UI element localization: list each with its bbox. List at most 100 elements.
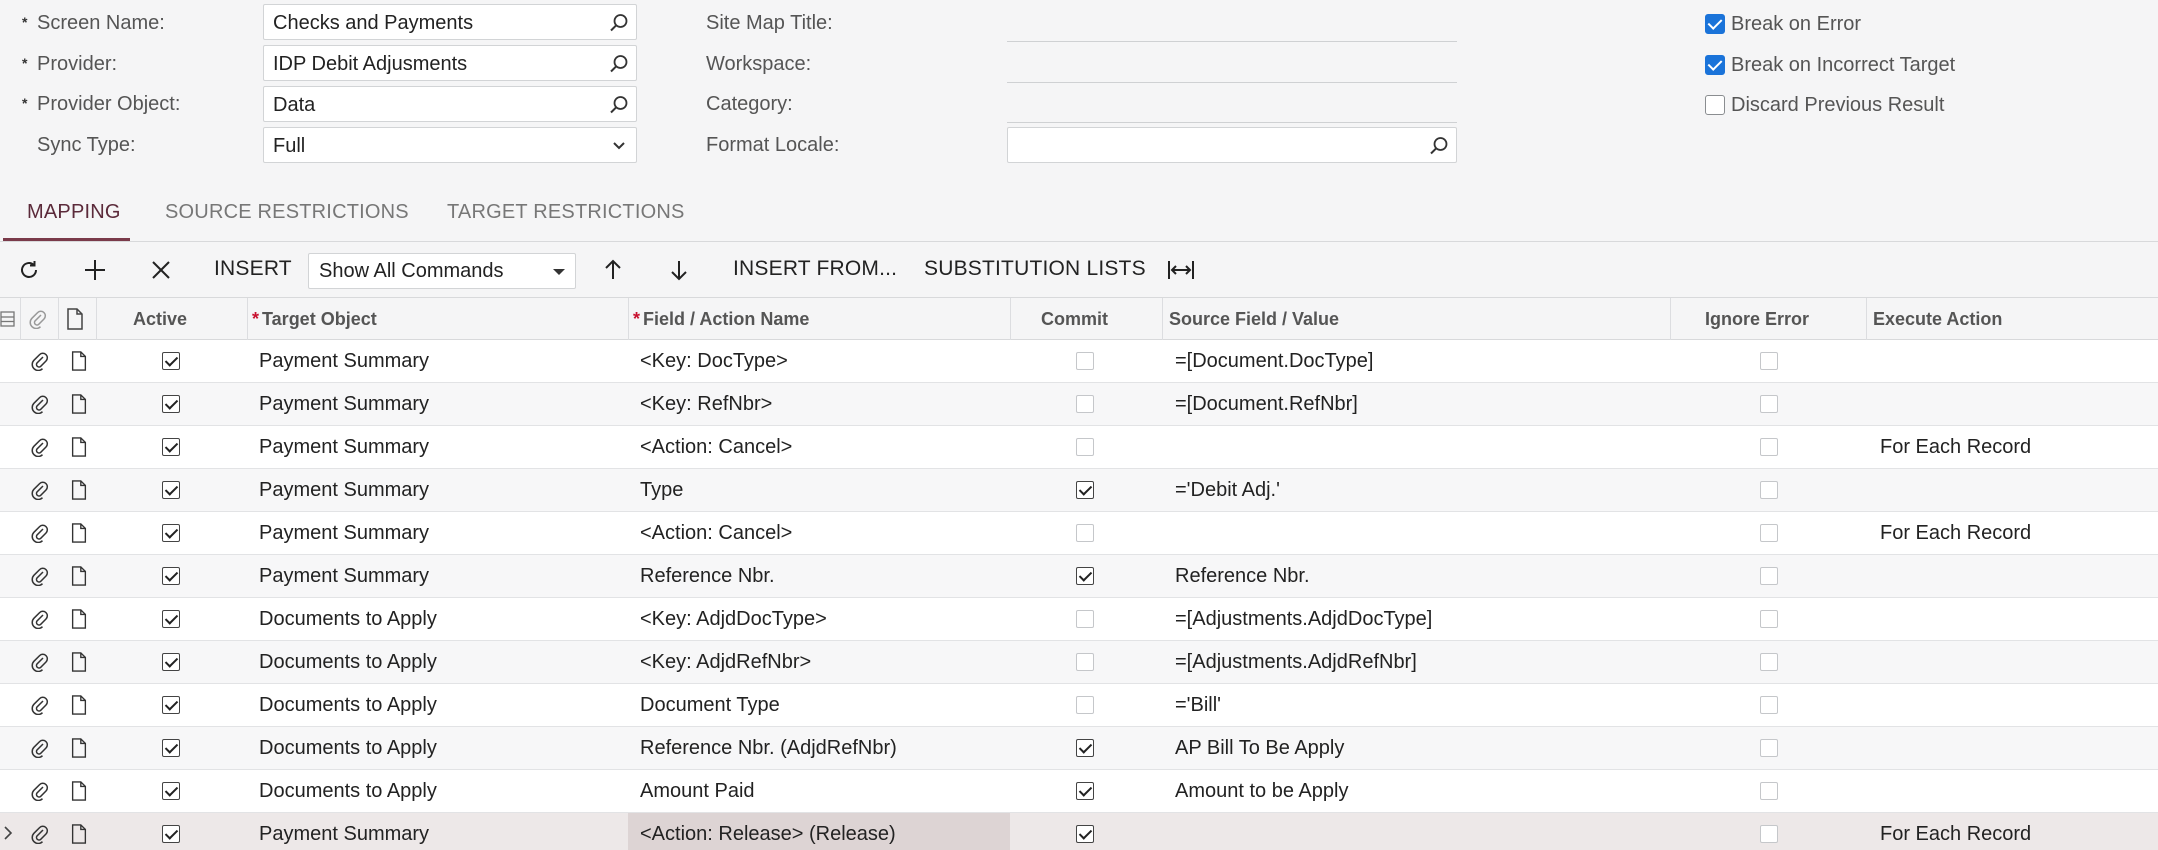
- ignore-error-checkbox[interactable]: [1760, 481, 1778, 499]
- break-on-incorrect-target-checkbox[interactable]: Break on Incorrect Target: [1705, 53, 1955, 77]
- column-header-execute-action[interactable]: Execute Action: [1873, 309, 2002, 330]
- tab-source-restrictions[interactable]: SOURCE RESTRICTIONS: [165, 201, 409, 224]
- substitution-lists-button[interactable]: SUBSTITUTION LISTS: [924, 257, 1146, 281]
- discard-previous-result-checkbox[interactable]: Discard Previous Result: [1705, 93, 1944, 117]
- note-icon[interactable]: [69, 652, 89, 672]
- source-field-cell[interactable]: Amount to be Apply: [1175, 770, 1655, 812]
- execute-action-cell[interactable]: [1880, 684, 2150, 726]
- commit-checkbox[interactable]: [1076, 782, 1094, 800]
- target-object-cell[interactable]: Documents to Apply: [259, 684, 619, 726]
- table-row[interactable]: Payment Summary <Action: Cancel> For Each …: [0, 426, 2158, 469]
- field-action-cell[interactable]: Amount Paid: [640, 770, 1000, 812]
- attachment-icon[interactable]: [30, 738, 50, 758]
- break-on-error-checkbox[interactable]: Break on Error: [1705, 12, 1861, 36]
- ignore-error-checkbox[interactable]: [1760, 825, 1778, 843]
- active-checkbox[interactable]: [162, 481, 180, 499]
- source-field-cell[interactable]: [1175, 813, 1655, 850]
- move-down-button[interactable]: [664, 243, 694, 296]
- target-object-cell[interactable]: Documents to Apply: [259, 598, 619, 640]
- attachment-icon[interactable]: [30, 609, 50, 629]
- field-action-cell[interactable]: <Action: Cancel>: [640, 512, 1000, 554]
- note-icon[interactable]: [69, 523, 89, 543]
- field-action-cell[interactable]: <Key: AdjdDocType>: [640, 598, 1000, 640]
- target-object-cell[interactable]: Documents to Apply: [259, 727, 619, 769]
- ignore-error-checkbox[interactable]: [1760, 524, 1778, 542]
- attachment-icon[interactable]: [30, 824, 50, 844]
- tab-target-restrictions[interactable]: TARGET RESTRICTIONS: [447, 201, 685, 224]
- target-object-cell[interactable]: Payment Summary: [259, 512, 619, 554]
- format-locale-field[interactable]: [1007, 127, 1457, 163]
- source-field-cell[interactable]: =[Document.RefNbr]: [1175, 383, 1655, 425]
- note-icon[interactable]: [69, 609, 89, 629]
- table-row[interactable]: Documents to Apply Document Type ='Bill': [0, 684, 2158, 727]
- note-icon[interactable]: [69, 480, 89, 500]
- table-row[interactable]: Documents to Apply Amount Paid Amount to b…: [0, 770, 2158, 813]
- execute-action-cell[interactable]: [1880, 383, 2150, 425]
- table-row[interactable]: Payment Summary <Key: DocType> =[Document.…: [0, 340, 2158, 383]
- attachment-icon[interactable]: [30, 652, 50, 672]
- field-action-cell[interactable]: Type: [640, 469, 1000, 511]
- active-checkbox[interactable]: [162, 567, 180, 585]
- move-up-button[interactable]: [598, 243, 628, 296]
- sync-type-select[interactable]: Full: [263, 127, 637, 163]
- execute-action-cell[interactable]: [1880, 469, 2150, 511]
- field-action-cell[interactable]: <Key: AdjdRefNbr>: [640, 641, 1000, 683]
- active-checkbox[interactable]: [162, 739, 180, 757]
- column-header-active[interactable]: Active: [133, 309, 187, 330]
- ignore-error-checkbox[interactable]: [1760, 653, 1778, 671]
- target-object-cell[interactable]: Documents to Apply: [259, 641, 619, 683]
- refresh-button[interactable]: [12, 243, 46, 296]
- commit-checkbox[interactable]: [1076, 610, 1094, 628]
- execute-action-cell[interactable]: [1880, 727, 2150, 769]
- attachment-icon[interactable]: [30, 523, 50, 543]
- table-row[interactable]: Payment Summary <Action: Cancel> For Each …: [0, 512, 2158, 555]
- insert-from-button[interactable]: INSERT FROM...: [733, 257, 897, 281]
- table-row[interactable]: Payment Summary <Key: RefNbr> =[Document.R…: [0, 383, 2158, 426]
- source-field-cell[interactable]: ='Debit Adj.': [1175, 469, 1655, 511]
- checkbox-checked[interactable]: [1705, 55, 1725, 75]
- commit-checkbox[interactable]: [1076, 352, 1094, 370]
- note-icon[interactable]: [69, 566, 89, 586]
- field-action-cell[interactable]: Reference Nbr. (AdjdRefNbr): [640, 727, 1000, 769]
- note-icon[interactable]: [69, 738, 89, 758]
- source-field-cell[interactable]: =[Adjustments.AdjdRefNbr]: [1175, 641, 1655, 683]
- source-field-cell[interactable]: [1175, 512, 1655, 554]
- source-field-cell[interactable]: [1175, 426, 1655, 468]
- field-action-cell[interactable]: Reference Nbr.: [640, 555, 1000, 597]
- search-icon[interactable]: [1428, 135, 1450, 157]
- ignore-error-checkbox[interactable]: [1760, 395, 1778, 413]
- ignore-error-checkbox[interactable]: [1760, 438, 1778, 456]
- source-field-cell[interactable]: ='Bill': [1175, 684, 1655, 726]
- execute-action-cell[interactable]: [1880, 641, 2150, 683]
- commit-checkbox[interactable]: [1076, 524, 1094, 542]
- commit-checkbox[interactable]: [1076, 653, 1094, 671]
- ignore-error-checkbox[interactable]: [1760, 567, 1778, 585]
- column-header-source-field[interactable]: Source Field / Value: [1169, 309, 1339, 330]
- commit-checkbox[interactable]: [1076, 739, 1094, 757]
- table-row[interactable]: Documents to Apply <Key: AdjdRefNbr> =[Adj…: [0, 641, 2158, 684]
- execute-action-cell[interactable]: [1880, 340, 2150, 382]
- target-object-cell[interactable]: Payment Summary: [259, 340, 619, 382]
- field-action-cell[interactable]: <Action: Cancel>: [640, 426, 1000, 468]
- screen-name-field[interactable]: Checks and Payments: [263, 4, 637, 40]
- column-header-target-object[interactable]: * Target Object: [252, 309, 377, 330]
- active-checkbox[interactable]: [162, 696, 180, 714]
- note-icon[interactable]: [69, 351, 89, 371]
- target-object-cell[interactable]: Documents to Apply: [259, 770, 619, 812]
- search-icon[interactable]: [608, 53, 630, 75]
- commit-checkbox[interactable]: [1076, 825, 1094, 843]
- table-row[interactable]: Payment Summary <Action: Release> (Releas…: [0, 813, 2158, 850]
- attachment-icon[interactable]: [30, 566, 50, 586]
- active-checkbox[interactable]: [162, 395, 180, 413]
- commit-checkbox[interactable]: [1076, 438, 1094, 456]
- execute-action-cell[interactable]: For Each Record: [1880, 512, 2150, 554]
- execute-action-cell[interactable]: [1880, 555, 2150, 597]
- note-icon[interactable]: [69, 394, 89, 414]
- fit-columns-button[interactable]: [1165, 243, 1197, 296]
- ignore-error-checkbox[interactable]: [1760, 739, 1778, 757]
- source-field-cell[interactable]: AP Bill To Be Apply: [1175, 727, 1655, 769]
- tab-mapping[interactable]: MAPPING: [27, 201, 121, 224]
- active-checkbox[interactable]: [162, 524, 180, 542]
- attachment-icon[interactable]: [30, 351, 50, 371]
- column-header-field-action[interactable]: * Field / Action Name: [633, 309, 809, 330]
